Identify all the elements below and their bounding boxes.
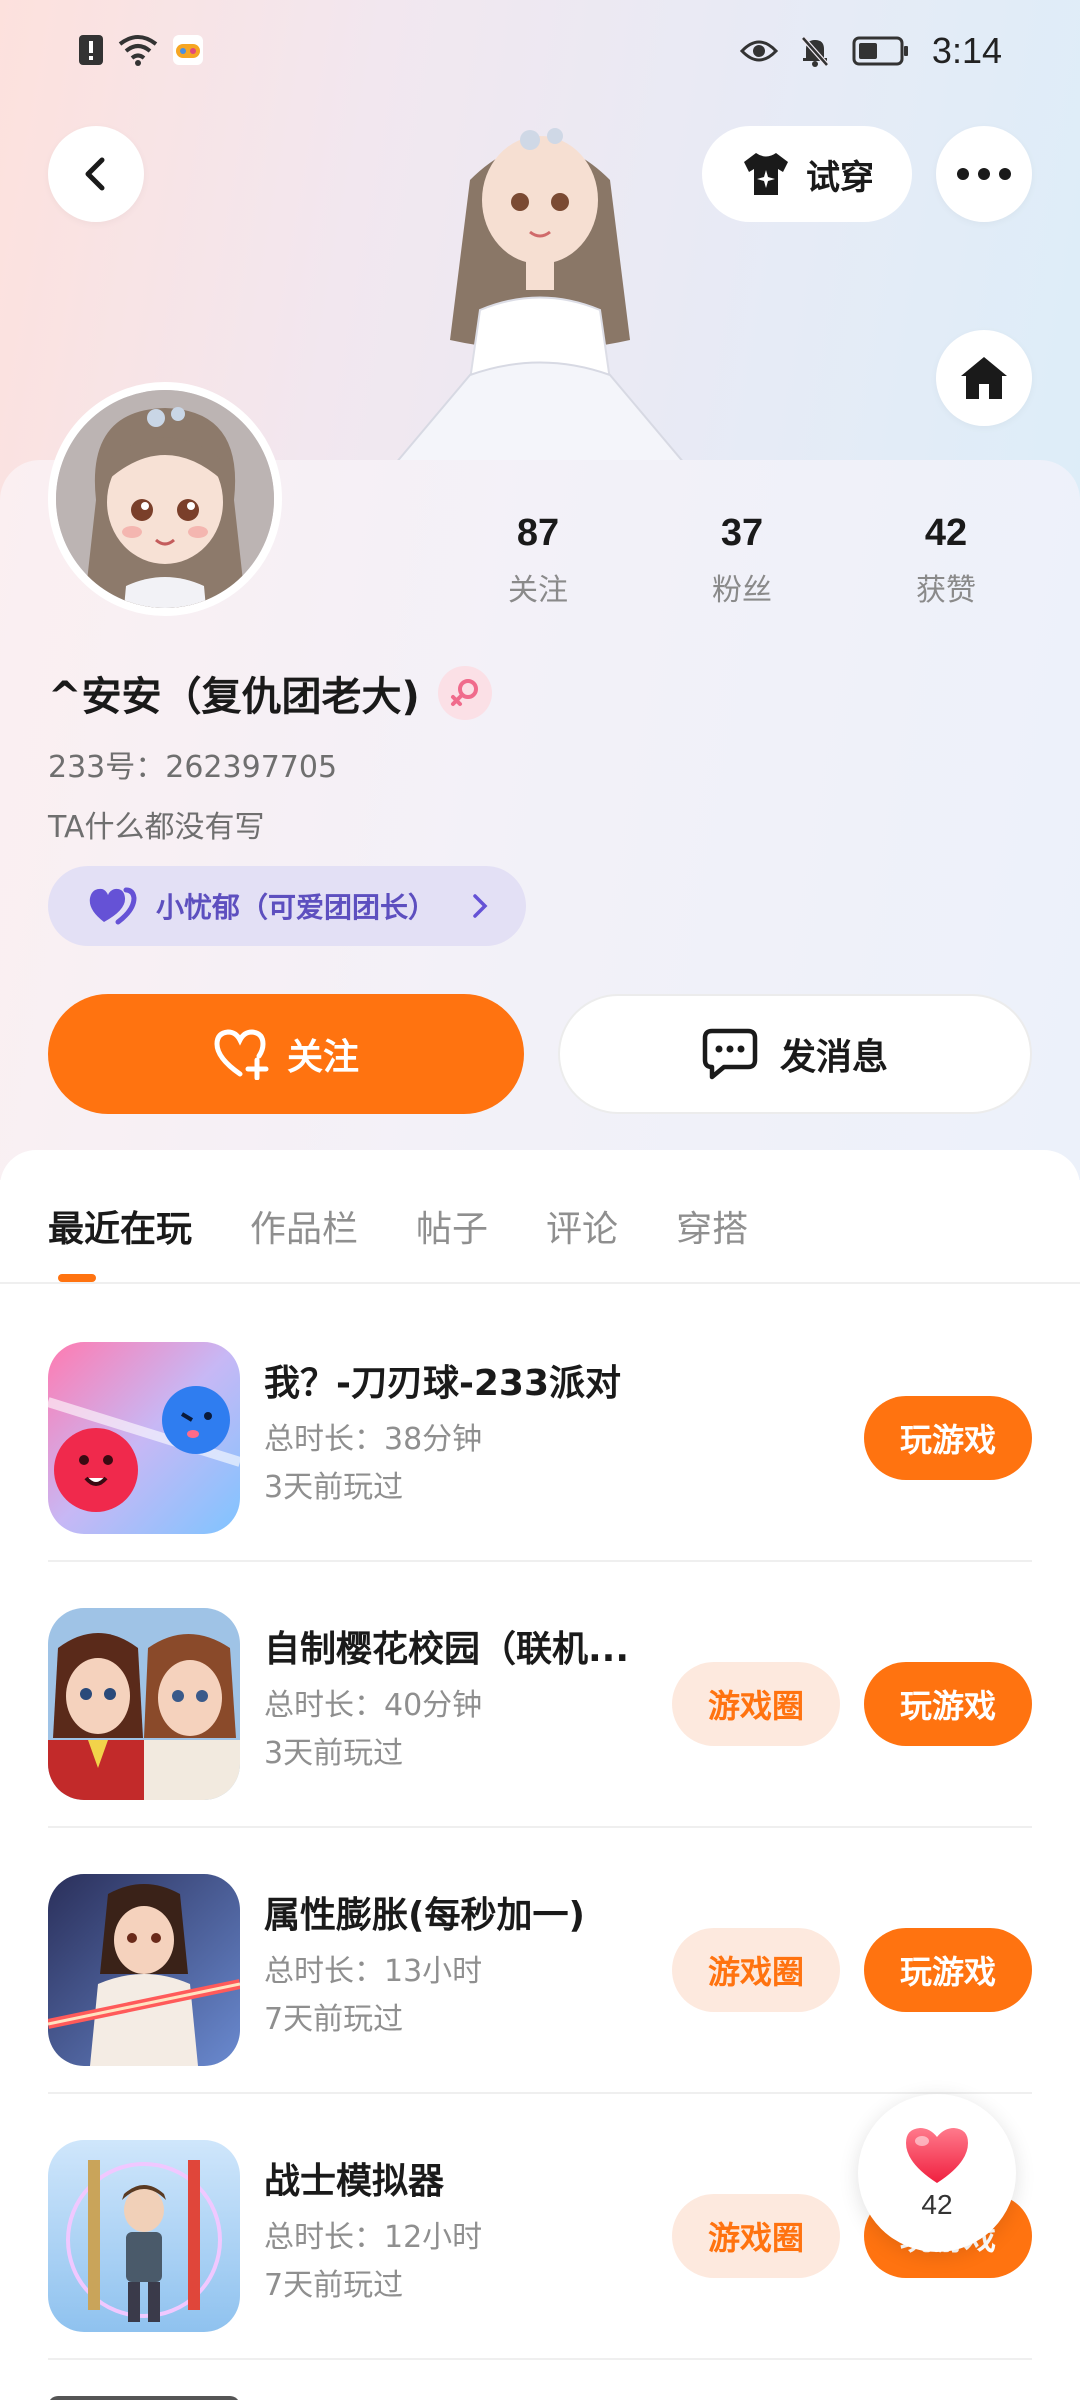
stat-fans-value: 37 <box>720 512 764 554</box>
stat-likes-value: 42 <box>924 512 968 554</box>
status-bar: 3:14 <box>0 0 1080 110</box>
user-name: ^安安（复仇团老大) <box>48 674 420 720</box>
list-item[interactable]: 属性膨胀(每秒加一) 总时长：13小时 7天前玩过 游戏圈 玩游戏 <box>48 1828 1032 2094</box>
tab-comments[interactable]: 评论 <box>546 1200 618 1280</box>
stat-likes[interactable]: 42 获赞 <box>866 512 1026 609</box>
tab-outfits[interactable]: 穿搭 <box>676 1200 748 1280</box>
game-circle-button[interactable]: 游戏圈 <box>672 2194 840 2278</box>
game-last-played: 7天前玩过 <box>264 2002 404 2037</box>
try-on-label: 试穿 <box>806 157 874 198</box>
profile-tabs: 最近在玩 作品栏 帖子 评论 穿搭 <box>48 1200 806 1280</box>
game-title: 自制樱花校园（联机... <box>264 1629 630 1670</box>
game-title: 战士模拟器 <box>264 2161 445 2202</box>
bell-muted-icon <box>801 36 829 67</box>
play-game-button[interactable]: 玩游戏 <box>864 1662 1032 1746</box>
female-icon <box>450 679 478 706</box>
active-tab-indicator <box>58 1274 96 1282</box>
back-button[interactable] <box>48 126 144 222</box>
avatar-character-illustration <box>388 128 692 470</box>
heart-plus-icon <box>214 1029 269 1080</box>
heart-icon <box>906 2128 968 2183</box>
like-floating-button[interactable]: 42 <box>858 2094 1016 2252</box>
follow-button[interactable]: 关注 <box>48 994 524 1114</box>
game-icon-attribute-expansion <box>48 1874 240 2066</box>
game-circle-button[interactable]: 游戏圈 <box>672 1928 840 2012</box>
profile-stats: 87 关注 37 粉丝 42 获赞 <box>458 512 1058 612</box>
group-chip[interactable]: 小忧郁（可爱团团长） <box>48 866 526 946</box>
game-last-played: 3天前玩过 <box>264 1470 404 1505</box>
chevron-left-icon <box>85 157 105 191</box>
battery-icon <box>852 36 908 66</box>
next-list-item-peek <box>48 2396 240 2400</box>
avatar[interactable] <box>48 382 282 616</box>
game-duration: 总时长：38分钟 <box>264 1422 483 1457</box>
like-count: 42 <box>921 2189 953 2220</box>
stat-fans-label: 粉丝 <box>712 573 772 608</box>
tab-divider <box>0 1282 1080 1284</box>
home-icon <box>961 357 1007 399</box>
stat-following-value: 87 <box>516 512 560 554</box>
more-button[interactable] <box>936 126 1032 222</box>
list-item[interactable]: 自制樱花校园（联机... 总时长：40分钟 3天前玩过 游戏圈 玩游戏 <box>48 1562 1032 1828</box>
chat-bubble-icon <box>702 1028 758 1080</box>
row-divider <box>48 2358 1032 2360</box>
game-app-icon <box>173 35 203 65</box>
stat-fans[interactable]: 37 粉丝 <box>662 512 822 609</box>
game-title: 我？-刀刃球-233派对 <box>264 1363 622 1404</box>
message-button[interactable]: 发消息 <box>558 994 1032 1114</box>
game-icon-warrior-simulator <box>48 2140 240 2332</box>
game-duration: 总时长：40分钟 <box>264 1688 483 1723</box>
play-game-button[interactable]: 玩游戏 <box>864 1928 1032 2012</box>
follow-label: 关注 <box>286 1037 359 1078</box>
list-item[interactable]: 我？-刀刃球-233派对 总时长：38分钟 3天前玩过 玩游戏 <box>48 1296 1032 1562</box>
chevron-right-icon <box>473 894 488 918</box>
alert-sim-icon <box>79 35 103 65</box>
tab-posts[interactable]: 帖子 <box>416 1200 488 1280</box>
group-label: 小忧郁（可爱团团长） <box>156 891 437 924</box>
wifi-icon <box>118 35 158 66</box>
stat-likes-label: 获赞 <box>916 573 976 608</box>
more-dots-icon <box>957 168 1011 180</box>
game-circle-button[interactable]: 游戏圈 <box>672 1662 840 1746</box>
game-title: 属性膨胀(每秒加一) <box>264 1895 585 1936</box>
play-game-button[interactable]: 玩游戏 <box>864 1396 1032 1480</box>
double-heart-icon <box>89 887 137 925</box>
user-id: 233号：262397705 <box>48 750 338 785</box>
message-label: 发消息 <box>779 1037 888 1078</box>
game-duration: 总时长：12小时 <box>264 2220 483 2255</box>
game-last-played: 3天前玩过 <box>264 1736 404 1771</box>
game-duration: 总时长：13小时 <box>264 1954 483 1989</box>
home-button[interactable] <box>936 330 1032 426</box>
game-last-played: 7天前玩过 <box>264 2268 404 2303</box>
avatar-image <box>56 390 274 608</box>
game-icon-blade-ball <box>48 1342 240 1534</box>
try-on-button[interactable]: 试穿 <box>702 126 912 222</box>
tab-recently-played[interactable]: 最近在玩 <box>48 1200 192 1280</box>
tab-works[interactable]: 作品栏 <box>250 1200 358 1280</box>
name-row: ^安安（复仇团老大) <box>48 664 492 722</box>
stat-following-label: 关注 <box>508 573 568 608</box>
game-icon-sakura-school <box>48 1608 240 1800</box>
eye-icon <box>739 40 778 62</box>
user-bio: TA什么都没有写 <box>48 810 265 845</box>
stat-following[interactable]: 87 关注 <box>458 512 618 609</box>
status-time: 3:14 <box>931 30 1002 71</box>
shirt-sparkle-icon <box>744 153 788 195</box>
gender-badge <box>437 666 492 720</box>
